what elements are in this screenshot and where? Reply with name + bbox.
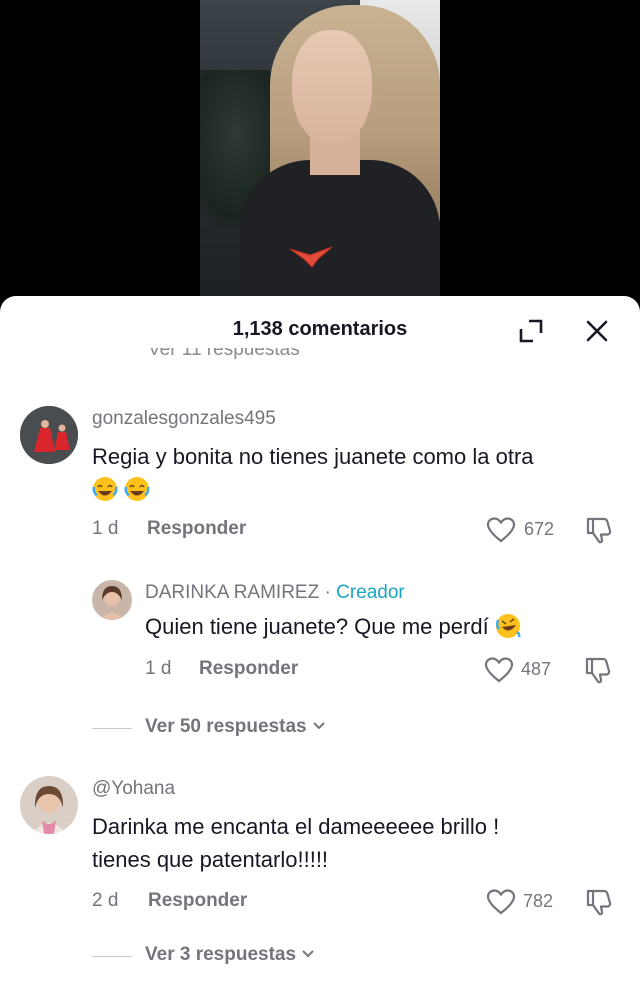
comment-item: @Yohana Darinka me encanta el dameeeeee … [0, 776, 640, 926]
comment-text-line: Darinka me encanta el dameeeeee brillo ! [92, 814, 500, 839]
view-replies-label: Ver 50 respuestas [145, 716, 307, 737]
close-icon[interactable] [582, 316, 612, 346]
thumbs-down-icon[interactable] [584, 514, 614, 544]
heart-outline-icon[interactable] [486, 888, 516, 916]
divider-line [92, 956, 132, 957]
avatar-image [20, 776, 78, 834]
comment-text: Quien tiene juanete? Que me perdí [145, 610, 625, 643]
creator-badge: Creador [336, 582, 405, 603]
reply-button[interactable]: Responder [147, 518, 246, 540]
comment-age: 1 d [145, 658, 172, 679]
thumbs-down-icon[interactable] [583, 654, 613, 684]
truncated-view-replies[interactable]: Ver 11 respuestas [148, 348, 300, 362]
view-replies-label: Ver 3 respuestas [145, 944, 297, 965]
like-count: 487 [521, 659, 552, 679]
separator: · [324, 582, 331, 603]
divider-line [92, 728, 132, 729]
rolling-laughing-emoji-icon [495, 613, 521, 639]
avatar[interactable] [20, 776, 78, 834]
laughing-tears-emoji-icon [124, 476, 150, 502]
person-face [292, 30, 372, 145]
heart-outline-icon[interactable] [484, 656, 514, 684]
avatar[interactable] [20, 406, 78, 464]
expand-icon[interactable] [516, 316, 546, 346]
comment-username[interactable]: DARINKA RAMIREZ · Creador [145, 582, 405, 604]
thumbs-down-icon[interactable] [584, 886, 614, 916]
laughing-tears-emoji-icon [92, 476, 118, 502]
comments-sheet: 1,138 comentarios Ver 11 respuestas gonz… [0, 296, 640, 985]
comment-age: 1 d [92, 518, 119, 539]
avatar[interactable] [92, 580, 132, 620]
reply-button[interactable]: Responder [199, 658, 298, 680]
view-replies-button[interactable]: Ver 3 respuestas [145, 944, 315, 966]
sheet-header: 1,138 comentarios Ver 11 respuestas [0, 296, 640, 362]
reply-button[interactable]: Responder [148, 890, 247, 912]
comment-text-body: Quien tiene juanete? Que me perdí [145, 614, 489, 639]
comment-username[interactable]: gonzalesgonzales495 [92, 408, 276, 430]
chevron-down-icon [313, 722, 325, 730]
heart-outline-icon[interactable] [486, 516, 516, 544]
avatar-image [20, 406, 78, 464]
comment-username[interactable]: @Yohana [92, 778, 175, 800]
like-count: 782 [523, 891, 554, 911]
person-shirt [240, 160, 440, 300]
shirt-logo [289, 246, 333, 268]
comment-text-line: tienes que patentarlo!!!!! [92, 847, 329, 872]
comment-item: gonzalesgonzales495 Regia y bonita no ti… [0, 404, 640, 554]
chevron-down-icon [302, 950, 315, 958]
comment-text-body: Regia y bonita no tienes juanete como la… [92, 444, 534, 469]
username-text: DARINKA RAMIREZ [145, 582, 320, 603]
comment-text: Regia y bonita no tienes juanete como la… [92, 440, 632, 506]
video-area[interactable] [0, 0, 640, 320]
video-thumbnail[interactable] [200, 0, 440, 300]
like-count: 672 [524, 519, 555, 539]
comment-text: Darinka me encanta el dameeeeee brillo !… [92, 810, 632, 876]
reply-item: DARINKA RAMIREZ · Creador Quien tiene ju… [0, 578, 640, 688]
avatar-image [92, 580, 132, 620]
comment-age: 2 d [92, 890, 119, 911]
view-replies-button[interactable]: Ver 50 respuestas [145, 716, 326, 738]
